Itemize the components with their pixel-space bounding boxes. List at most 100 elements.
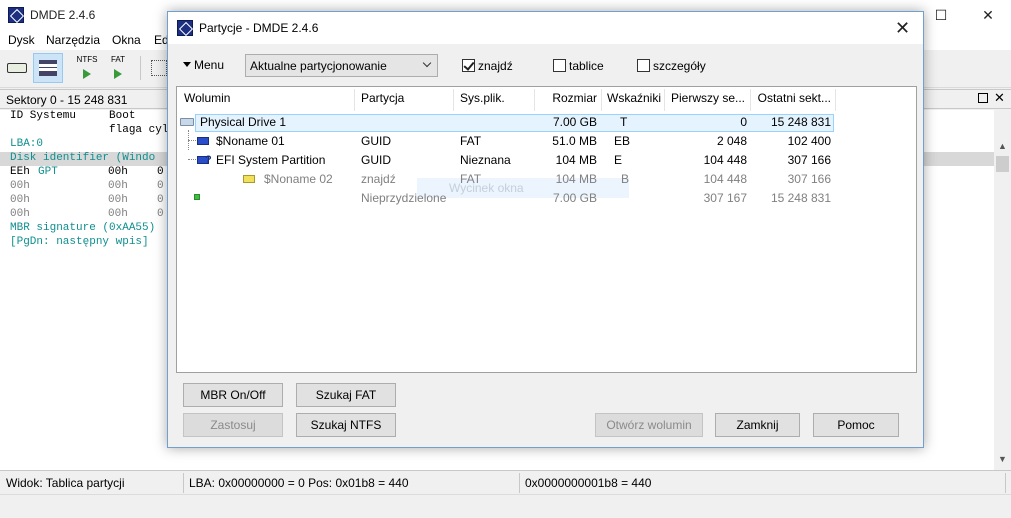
editor-entry-id: 00h: [10, 194, 30, 206]
row-first-sector: 104 448: [703, 172, 747, 186]
editor-entry-val: 0: [157, 166, 164, 178]
scroll-up-icon[interactable]: ▲: [998, 141, 1007, 151]
search-fat-button[interactable]: Szukaj FAT: [296, 383, 396, 407]
tree-line: [188, 140, 196, 141]
toolbar-ntfs-button[interactable]: NTFS: [72, 53, 102, 83]
row-partition: GUID: [361, 153, 391, 167]
column-divider[interactable]: [835, 89, 836, 111]
tables-checkbox[interactable]: [553, 59, 566, 72]
found-volume-icon: [243, 175, 255, 183]
partitioning-mode-select[interactable]: Aktualne partycjonowanie: [245, 54, 438, 77]
editor-entry-val: 0: [157, 180, 164, 192]
status-divider: [1005, 473, 1006, 493]
column-divider[interactable]: [750, 89, 751, 111]
column-divider[interactable]: [354, 89, 355, 111]
row-partition: Nieprzydzielone: [361, 191, 447, 205]
tables-checkbox-label[interactable]: tablice: [569, 59, 604, 73]
column-divider[interactable]: [601, 89, 602, 111]
close-button[interactable]: Zamknij: [715, 413, 800, 437]
row-size: 51.0 MB: [552, 134, 597, 148]
menu-dysk[interactable]: Dysk: [8, 33, 35, 47]
column-header-last-sector[interactable]: Ostatni sekt...: [753, 91, 831, 105]
row-flags: B: [621, 172, 630, 186]
editor-disk-identifier: Disk identifier (Windo: [10, 152, 156, 164]
row-last-sector: 15 248 831: [770, 115, 831, 129]
scroll-thumb[interactable]: [996, 156, 1009, 172]
row-flags: EB: [614, 134, 631, 148]
partition-icon: [197, 137, 209, 145]
row-volume[interactable]: EFI System Partition: [216, 153, 325, 167]
row-volume[interactable]: Physical Drive 1: [200, 115, 286, 129]
menu-okna[interactable]: Okna: [112, 33, 141, 47]
apply-button[interactable]: Zastosuj: [183, 413, 283, 437]
search-ntfs-button[interactable]: Szukaj NTFS: [296, 413, 396, 437]
caret-down-icon: [183, 62, 191, 67]
chevron-down-icon: [422, 58, 432, 68]
row-filesystem: Nieznana: [460, 153, 511, 167]
mbr-toggle-button[interactable]: MBR On/Off: [183, 383, 283, 407]
column-header-flags[interactable]: Wskaźniki: [607, 91, 661, 105]
panel-restore-icon[interactable]: [978, 93, 988, 103]
physical-drive-icon: [180, 118, 194, 126]
found-checkbox-label[interactable]: znajdź: [478, 59, 513, 73]
editor-entry-sys: GPT: [38, 166, 58, 178]
row-last-sector: 307 166: [787, 172, 831, 186]
found-checkbox[interactable]: [462, 59, 475, 72]
open-volume-button[interactable]: Otwórz wolumin: [595, 413, 703, 437]
help-button[interactable]: Pomoc: [813, 413, 899, 437]
row-size: 104 MB: [555, 153, 597, 167]
dialog-menu-label: Menu: [194, 58, 225, 72]
tree-line: [188, 159, 196, 160]
column-divider[interactable]: [664, 89, 665, 111]
partitions-icon: [39, 60, 57, 76]
status-address: 0x0000000001b8 = 440: [525, 476, 652, 490]
column-header-partition[interactable]: Partycja: [361, 91, 404, 105]
row-first-sector: 2 048: [716, 134, 747, 148]
partitions-list[interactable]: Wolumin Partycja Sys.plik. Rozmiar Wskaź…: [176, 86, 917, 373]
column-divider[interactable]: [534, 89, 535, 111]
column-header-size[interactable]: Rozmiar: [537, 91, 597, 105]
column-header-filesystem[interactable]: Sys.plik.: [460, 91, 505, 105]
menu-narzedzia[interactable]: Narzędzia: [46, 33, 100, 47]
editor-entry-boot: 00h: [108, 194, 128, 206]
row-first-sector: 104 448: [703, 153, 747, 167]
toolbar-divider: [140, 56, 141, 80]
maximize-button[interactable]: ☐: [923, 0, 959, 30]
status-lba: LBA: 0x00000000 = 0 Pos: 0x01b8 = 440: [189, 476, 409, 490]
close-main-button[interactable]: ✕: [970, 0, 1006, 30]
details-checkbox[interactable]: [637, 59, 650, 72]
window-snip-overlay: Wycinek okna: [417, 178, 629, 198]
details-checkbox-label[interactable]: szczegóły: [653, 59, 706, 73]
row-flags: E: [614, 153, 623, 167]
dialog-close-icon[interactable]: ✕: [895, 18, 910, 39]
ntfs-label: NTFS: [76, 55, 98, 64]
status-divider: [519, 473, 520, 493]
editor-entry-val: 0: [157, 208, 164, 220]
toolbar-disk-button[interactable]: [3, 53, 33, 83]
row-volume[interactable]: $Noname 01: [216, 134, 285, 148]
main-statusbar: Widok: Tablica partycji LBA: 0x00000000 …: [0, 470, 1011, 494]
column-header-volume[interactable]: Wolumin: [184, 91, 230, 105]
main-window-title: DMDE 2.4.6: [30, 8, 96, 22]
bottom-strip: [0, 494, 1011, 518]
row-filesystem: FAT: [460, 134, 482, 148]
dialog-titlebar: Partycje - DMDE 2.4.6 ✕: [168, 12, 923, 44]
row-partition: GUID: [361, 134, 391, 148]
editor-lba: LBA:0: [10, 138, 44, 150]
scroll-down-icon[interactable]: ▼: [998, 454, 1007, 464]
editor-header-2: flaga cyl/: [10, 124, 176, 136]
dialog-menu-button[interactable]: Menu: [183, 58, 224, 72]
column-header-first-sector[interactable]: Pierwszy se...: [667, 91, 745, 105]
unallocated-icon: [194, 194, 200, 200]
row-last-sector: 102 400: [787, 134, 831, 148]
editor-vertical-scrollbar[interactable]: ▲ ▼: [994, 138, 1011, 470]
dialog-title: Partycje - DMDE 2.4.6: [199, 21, 319, 35]
row-flags: T: [620, 115, 628, 129]
editor-entry-id: EEh: [10, 166, 30, 178]
play-icon: [114, 69, 122, 79]
toolbar-partitions-button[interactable]: [33, 53, 63, 83]
column-divider[interactable]: [453, 89, 454, 111]
panel-close-icon[interactable]: ✕: [994, 90, 1005, 106]
row-volume[interactable]: $Noname 02: [264, 172, 333, 186]
toolbar-fat-button[interactable]: FAT: [103, 53, 133, 83]
